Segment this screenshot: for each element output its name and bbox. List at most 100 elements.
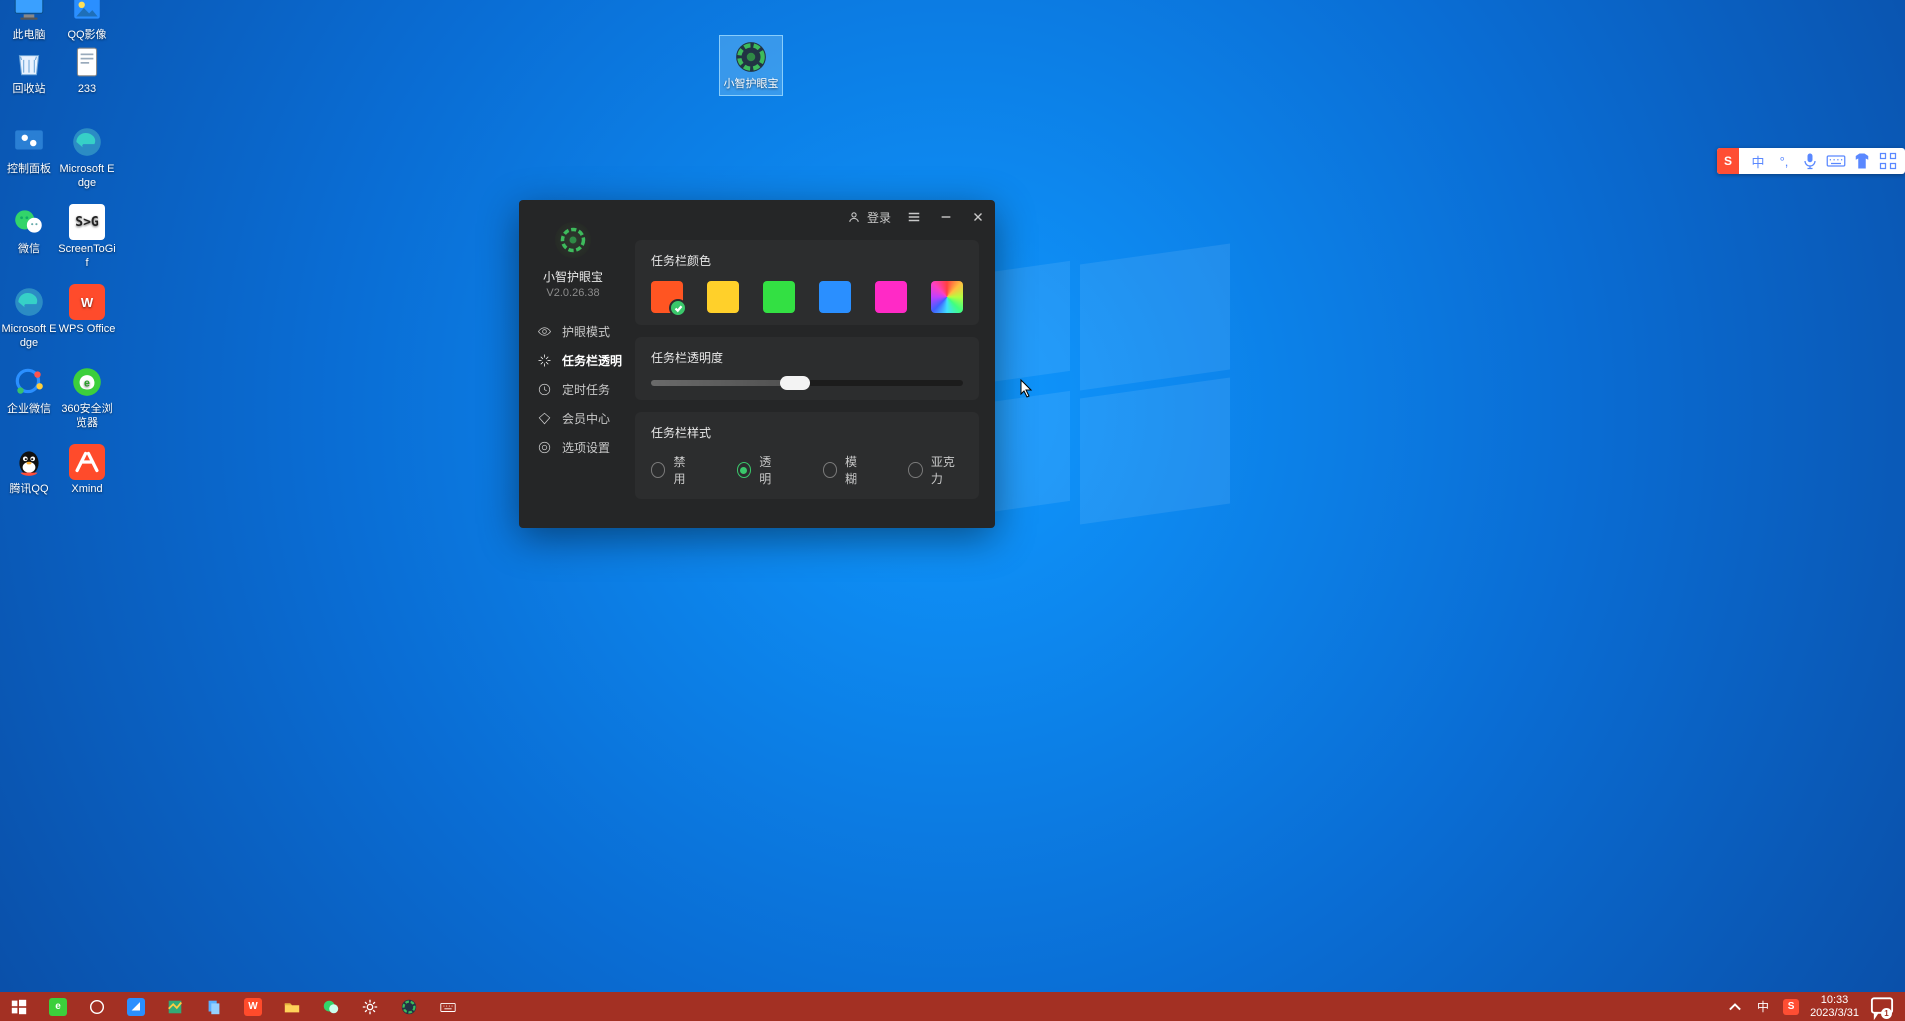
tray-notifications-button[interactable]: 1 [1869,992,1895,1021]
color-swatch-5[interactable] [875,281,907,313]
ime-punct-icon[interactable]: °, [1774,151,1794,171]
color-swatch-2[interactable] [707,281,739,313]
desktop-icon-enterprise-wechat[interactable]: 企业微信 [0,364,58,417]
gear-icon [537,440,552,455]
tray-sogou-icon[interactable]: S [1782,998,1800,1016]
task-maps[interactable] [156,992,194,1021]
close-icon [971,210,985,224]
panel-title: 任务栏样式 [651,424,963,441]
menu-button[interactable] [905,208,923,226]
color-swatch-1[interactable] [651,281,683,313]
ime-floating-toolbar[interactable]: S 中 °, [1717,148,1905,174]
opacity-slider[interactable] [651,380,963,386]
task-vscode[interactable]: ◢ [117,992,155,1021]
nav-label: 会员中心 [562,410,610,427]
nav-settings[interactable]: 选项设置 [519,433,627,462]
tray-clock[interactable]: 10:33 2023/3/31 [1810,994,1859,1018]
icon-label: 233 [58,83,116,97]
task-files[interactable] [195,992,233,1021]
nav-label: 护眼模式 [562,323,610,340]
user-icon [847,210,861,224]
app-main: 任务栏颜色 任务栏透明度 任务栏样式 禁 [627,200,995,528]
ime-lang[interactable]: 中 [1748,151,1768,171]
icon-label: 微信 [0,243,58,257]
desktop-icon-xmind[interactable]: Xmind [58,444,116,497]
panel-title: 任务栏颜色 [651,252,963,269]
taskbar[interactable]: e ◢ W 中 S 10:33 2023/3/31 1 [0,992,1905,1021]
start-button[interactable] [0,992,38,1021]
panel-taskbar-color: 任务栏颜色 [635,240,979,325]
icon-label: ScreenToGif [58,243,116,271]
app-name-label: 小智护眼宝 [519,268,627,285]
minimize-icon [939,210,953,224]
desktop-icon-file-233[interactable]: 233 [58,44,116,97]
radio-label: 模糊 [845,453,866,487]
radio-acrylic[interactable]: 亚克力 [908,453,963,487]
task-cortana[interactable] [78,992,116,1021]
login-button[interactable]: 登录 [847,209,891,226]
color-swatch-rainbow[interactable] [931,281,963,313]
icon-label: 回收站 [0,83,58,97]
task-settings[interactable] [351,992,389,1021]
radio-label: 禁用 [673,453,694,487]
panel-taskbar-style: 任务栏样式 禁用 透明 模糊 亚克力 [635,412,979,499]
desktop-icon-recycle-bin[interactable]: 回收站 [0,44,58,97]
desktop-icon-edge2[interactable]: Microsoft Edge [58,124,116,191]
clock-time: 10:33 [1810,994,1859,1006]
task-browser-360[interactable]: e [39,992,77,1021]
nav-label: 选项设置 [562,439,610,456]
ime-keyboard-icon[interactable] [1826,151,1846,171]
map-icon [166,998,184,1016]
nav-taskbar-trans[interactable]: 任务栏透明 [519,346,627,375]
nav-member[interactable]: 会员中心 [519,404,627,433]
color-swatch-3[interactable] [763,281,795,313]
app-logo-icon [555,222,591,258]
icon-label: 腾讯QQ [0,483,58,497]
clock-icon [537,382,552,397]
close-button[interactable] [969,208,987,226]
nav-eye-mode[interactable]: 护眼模式 [519,317,627,346]
ime-skin-icon[interactable] [1852,151,1872,171]
task-wechat[interactable] [312,992,350,1021]
task-eye-app[interactable] [390,992,428,1021]
desktop-icon-app-shortcut[interactable]: 小智护眼宝 [720,36,782,95]
radio-label: 透明 [759,453,780,487]
desktop-icon-edge[interactable]: Microsoft Edge [0,284,58,351]
app-version-label: V2.0.26.38 [519,287,627,299]
desktop-icon-qq-imaging[interactable]: QQ影像 [58,0,116,43]
diamond-icon [537,411,552,426]
keyboard-icon [439,998,457,1016]
task-keyboard[interactable] [429,992,467,1021]
panel-title: 任务栏透明度 [651,349,963,366]
ime-mic-icon[interactable] [1800,151,1820,171]
desktop-icon-this-pc[interactable]: 此电脑 [0,0,58,43]
login-label: 登录 [867,209,891,226]
task-explorer[interactable] [273,992,311,1021]
hamburger-icon [907,210,921,224]
gear-icon [361,998,379,1016]
minimize-button[interactable] [937,208,955,226]
tray-overflow-button[interactable] [1726,998,1744,1016]
color-swatch-4[interactable] [819,281,851,313]
slider-thumb[interactable] [780,376,810,390]
radio-blur[interactable]: 模糊 [823,453,867,487]
radio-label: 亚克力 [931,453,963,487]
desktop-icon-control-panel[interactable]: 控制面板 [0,124,58,177]
eye-icon [537,324,552,339]
radio-transparent[interactable]: 透明 [737,453,781,487]
desktop-icon-qq[interactable]: 腾讯QQ [0,444,58,497]
desktop-icon-360-browser[interactable]: e 360安全浏览器 [58,364,116,431]
desktop-icon-screentogif[interactable]: S>G ScreenToGif [58,204,116,271]
icon-label: 小智护眼宝 [720,78,782,92]
app-window: 登录 小智护眼宝 V2.0.26.38 护眼模式 任务栏透明 定时任务 [519,200,995,528]
task-wps[interactable]: W [234,992,272,1021]
tray-ime-lang[interactable]: 中 [1754,998,1772,1016]
sogou-logo-icon: S [1717,148,1739,174]
desktop-icon-wps[interactable]: W WPS Office [58,284,116,337]
nav-scheduled[interactable]: 定时任务 [519,375,627,404]
ime-toolbox-icon[interactable] [1878,151,1898,171]
nav-label: 任务栏透明 [562,352,622,369]
desktop-icon-wechat[interactable]: 微信 [0,204,58,257]
radio-disable[interactable]: 禁用 [651,453,695,487]
circle-icon [88,998,106,1016]
